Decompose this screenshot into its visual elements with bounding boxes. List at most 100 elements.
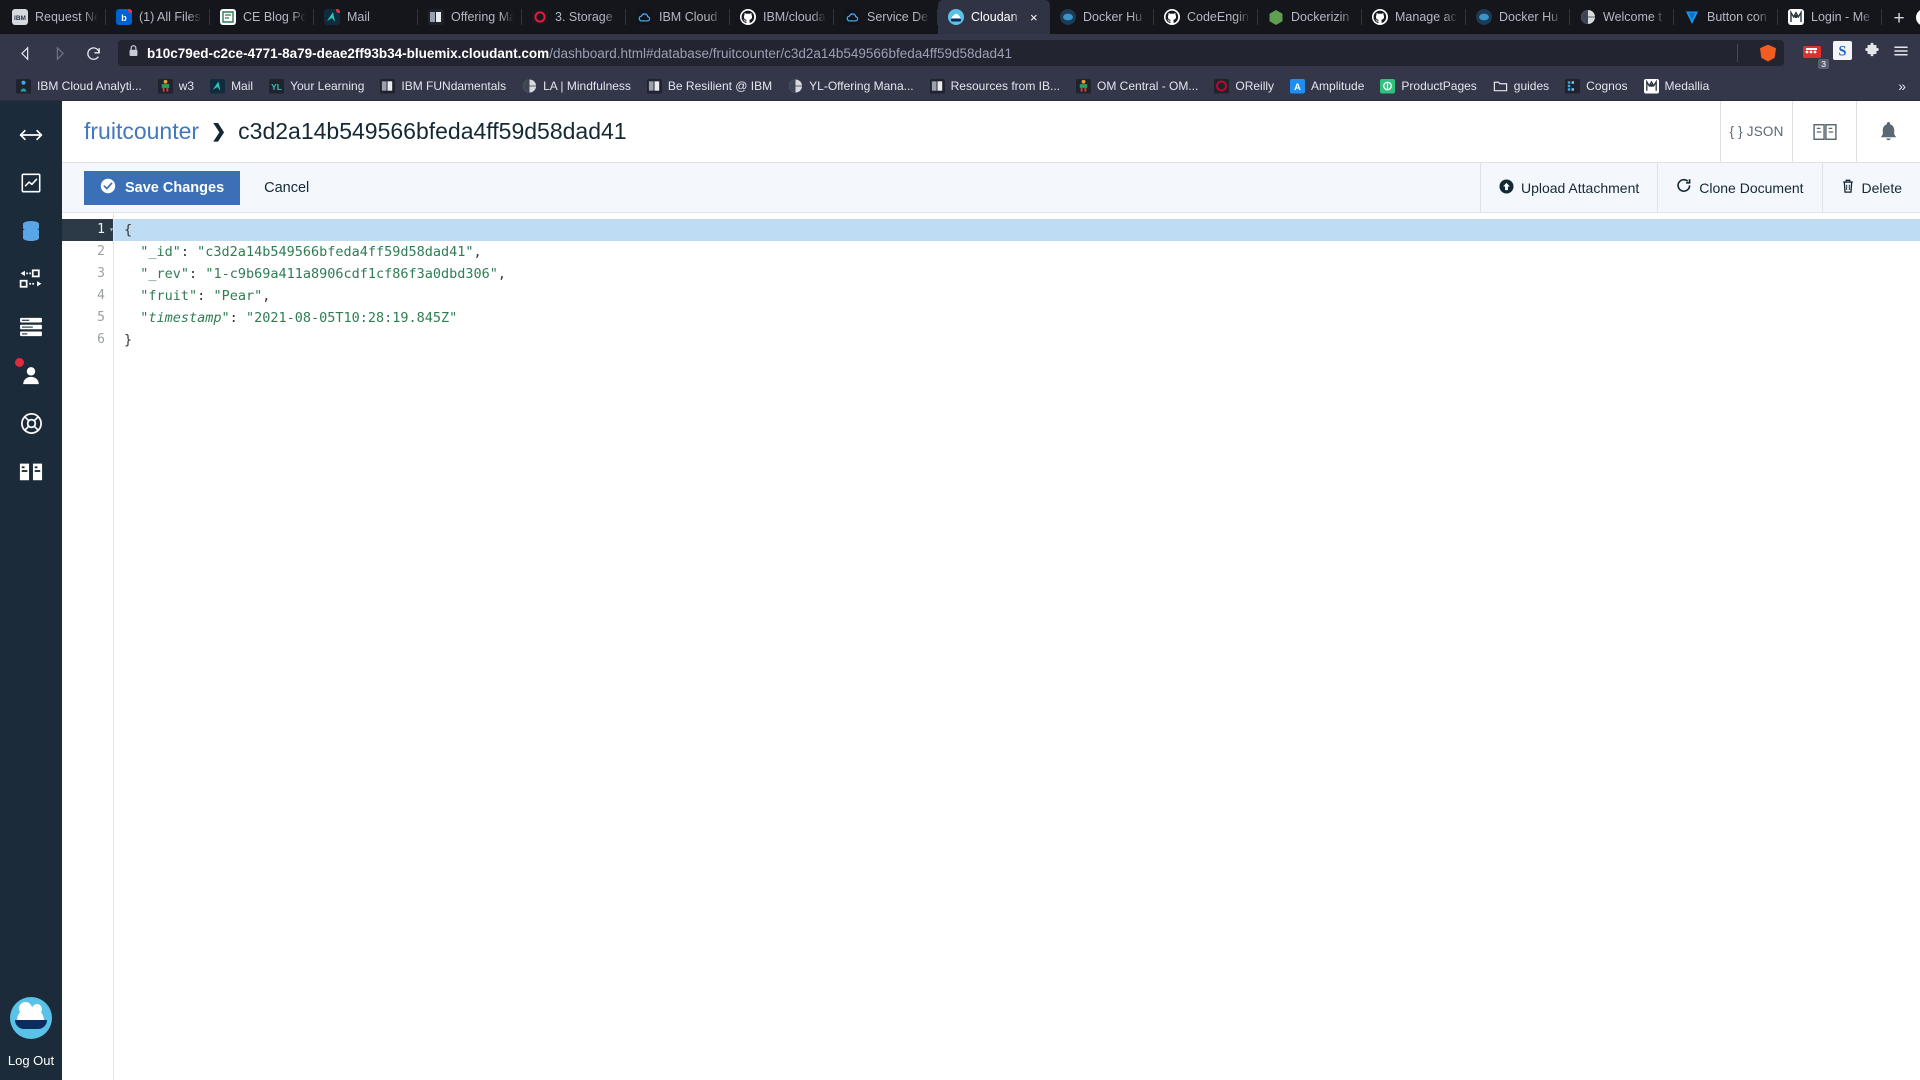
upload-attachment-button[interactable]: Upload Attachment xyxy=(1479,162,1657,213)
bookmark-item[interactable]: guides xyxy=(1485,74,1557,98)
editor-code-line[interactable]: } xyxy=(114,329,1920,351)
account-icon[interactable] xyxy=(0,351,62,399)
url-text: b10c79ed-c2ce-4771-8a79-deae2ff93b34-blu… xyxy=(147,46,1012,61)
logout-button[interactable]: Log Out xyxy=(8,1053,54,1068)
close-icon[interactable]: × xyxy=(1030,11,1042,24)
browser-tab-active[interactable]: Cloudan × xyxy=(938,0,1050,34)
cancel-button[interactable]: Cancel xyxy=(264,180,309,196)
docs-icon[interactable] xyxy=(0,447,62,495)
bookmarks-overflow-button[interactable]: » xyxy=(1898,78,1912,94)
save-changes-button[interactable]: Save Changes xyxy=(84,170,241,205)
bookmark-item[interactable]: Be Resilient @ IBM xyxy=(639,74,780,98)
browser-tab[interactable]: IBM/clouda xyxy=(730,0,834,34)
browser-tab[interactable]: 3. Storage xyxy=(522,0,626,34)
bookmark-item[interactable]: w3 xyxy=(150,74,202,98)
forward-icon[interactable] xyxy=(44,39,74,67)
json-view-button[interactable]: { } JSON xyxy=(1720,100,1792,163)
browser-tab[interactable]: Dockerizin xyxy=(1258,0,1362,34)
browser-tab[interactable]: Service De xyxy=(834,0,938,34)
ibmcloud-icon xyxy=(844,9,860,25)
bookmark-label: guides xyxy=(1513,79,1550,93)
globe-icon xyxy=(788,79,803,94)
browser-tab[interactable]: Docker Hu xyxy=(1050,0,1154,34)
browser-tab[interactable]: IBM Request Ne xyxy=(2,0,106,34)
bookmark-item[interactable]: YL Your Learning xyxy=(261,74,372,98)
tab-badge-dot xyxy=(336,9,340,13)
bookmark-item[interactable]: IBM FUNdamentals xyxy=(372,74,514,98)
back-icon[interactable] xyxy=(10,39,40,67)
document-toolbar: Save Changes Cancel Upload Attachment Cl… xyxy=(62,162,1920,213)
bookmark-item[interactable]: OM Central - OM... xyxy=(1068,74,1206,98)
bookmark-item[interactable]: OReilly xyxy=(1206,74,1282,98)
activity-tasks-icon[interactable] xyxy=(0,303,62,351)
reload-icon[interactable] xyxy=(78,39,108,67)
clone-document-label: Clone Document xyxy=(1699,179,1804,196)
editor-code-line[interactable]: "timestamp": "2021-08-05T10:28:19.845Z" xyxy=(114,307,1920,329)
tab-list-chevron-down-icon[interactable]: ▼ xyxy=(1916,8,1920,26)
browser-tab[interactable]: CodeEngin xyxy=(1154,0,1258,34)
s-extension-icon[interactable]: S xyxy=(1833,41,1852,65)
json-editor[interactable]: 1 ▾ 2 3 4 5 6 { "_id": "c3d2a14b549566bfeda4ff… xyxy=(62,213,1920,1080)
bookmark-item[interactable]: LA | Mindfulness xyxy=(514,74,639,98)
clone-document-button[interactable]: Clone Document xyxy=(1657,162,1821,213)
bookmark-item[interactable]: YL-Offering Mana... xyxy=(780,74,922,98)
lock-icon xyxy=(128,44,139,62)
docs-book-button[interactable] xyxy=(1792,100,1856,163)
browser-menu-icon[interactable] xyxy=(1892,42,1910,65)
bookmark-item[interactable]: Medallia xyxy=(1636,74,1718,98)
cloudant-dashboard: Log Out fruitcounter ❯ c3d2a14b549566bfe… xyxy=(0,100,1920,1080)
support-icon[interactable] xyxy=(0,399,62,447)
svg-text:S: S xyxy=(1839,44,1847,60)
database-icon[interactable] xyxy=(0,207,62,255)
breadcrumb-database-link[interactable]: fruitcounter xyxy=(84,118,199,145)
editor-code-line[interactable]: "fruit": "Pear", xyxy=(114,285,1920,307)
grid-icon xyxy=(428,9,444,25)
vuetify-icon xyxy=(1684,9,1700,25)
main-content: fruitcounter ❯ c3d2a14b549566bfeda4ff59d… xyxy=(62,100,1920,1080)
note-icon xyxy=(220,9,236,25)
browser-tab[interactable]: IBM Cloud xyxy=(626,0,730,34)
browser-tab[interactable]: Manage ac xyxy=(1362,0,1466,34)
browser-tab[interactable]: b (1) All Files xyxy=(106,0,210,34)
new-tab-button[interactable]: + xyxy=(1882,4,1916,34)
svg-text:A: A xyxy=(1294,82,1301,92)
bookmark-item[interactable]: Cognos xyxy=(1557,74,1635,98)
monitoring-icon[interactable] xyxy=(0,159,62,207)
browser-tab[interactable]: Welcome t xyxy=(1570,0,1674,34)
brave-shield-icon[interactable] xyxy=(1760,44,1776,62)
grid-icon xyxy=(646,78,662,94)
browser-tab[interactable]: Offering Ma xyxy=(418,0,522,34)
editor-code-area[interactable]: { "_id": "c3d2a14b549566bfeda4ff59d58dad… xyxy=(114,213,1920,1080)
bookmark-label: Medallia xyxy=(1664,79,1710,93)
editor-code-line[interactable]: "_id": "c3d2a14b549566bfeda4ff59d58dad41… xyxy=(114,241,1920,263)
svg-text:IBM: IBM xyxy=(14,15,26,22)
replication-icon[interactable] xyxy=(0,255,62,303)
expand-collapse-icon[interactable] xyxy=(0,111,62,159)
cloudant-logo-base xyxy=(14,1020,47,1029)
bookmark-item[interactable]: IBM Cloud Analyti... xyxy=(8,74,150,98)
url-host: b10c79ed-c2ce-4771-8a79-deae2ff93b34-blu… xyxy=(147,45,550,61)
address-bar[interactable]: b10c79ed-c2ce-4771-8a79-deae2ff93b34-blu… xyxy=(118,40,1784,66)
adblock-extension-icon[interactable]: 3 xyxy=(1802,43,1829,69)
editor-code-line[interactable]: { xyxy=(114,219,1920,241)
browser-tab[interactable]: Button con xyxy=(1674,0,1778,34)
browser-tab[interactable]: Docker Hu xyxy=(1466,0,1570,34)
tab-strip: IBM Request Ne b (1) All Files CE Blog Po Mai… xyxy=(0,0,1920,34)
editor-code-line[interactable]: "_rev": "1-c9b69a411a8906cdf1cf86f3a0dbd… xyxy=(114,263,1920,285)
bookmark-label: IBM FUNdamentals xyxy=(401,79,507,93)
browser-tab[interactable]: Mail xyxy=(314,0,418,34)
docker-icon xyxy=(1060,9,1076,25)
delete-button[interactable]: Delete xyxy=(1821,162,1920,213)
bookmark-label: Resources from IB... xyxy=(950,79,1061,93)
notifications-bell-button[interactable] xyxy=(1856,100,1920,163)
json-key: "_id" xyxy=(140,244,181,260)
bookmark-item[interactable]: Mail xyxy=(202,74,261,98)
bookmark-item[interactable]: A Amplitude xyxy=(1282,74,1372,98)
w3-icon xyxy=(157,78,173,94)
cloudant-logo[interactable] xyxy=(9,997,52,1039)
bookmark-item[interactable]: Resources from IB... xyxy=(922,74,1068,98)
bookmark-item[interactable]: ProductPages xyxy=(1372,74,1484,98)
browser-tab[interactable]: CE Blog Po xyxy=(210,0,314,34)
extensions-puzzle-icon[interactable] xyxy=(1863,42,1881,65)
browser-tab[interactable]: Login - Me xyxy=(1778,0,1882,34)
